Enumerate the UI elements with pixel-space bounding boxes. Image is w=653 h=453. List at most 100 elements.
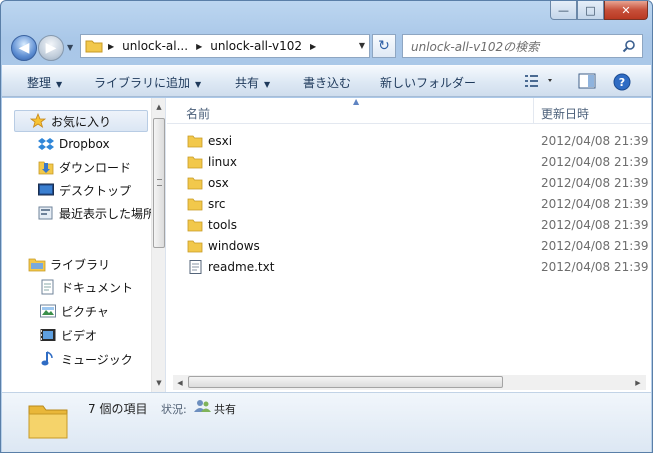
breadcrumb-parent[interactable]: unlock-al...: [119, 35, 191, 57]
maximize-button[interactable]: □: [577, 1, 604, 20]
navigation-scrollbar[interactable]: ▲ ▼: [151, 98, 165, 392]
sidebar-item-videos[interactable]: ビデオ: [39, 324, 97, 346]
file-row[interactable]: linux 2012/04/08 21:39: [167, 152, 651, 173]
search-icon[interactable]: [622, 39, 636, 53]
address-row: ◀ ▶ ▼ ▶ unlock-al... ▶ unlock-all-v102 ▶…: [1, 27, 652, 63]
breadcrumb-separator[interactable]: ▶: [103, 42, 119, 51]
details-pane: 7 個の項目 状況: 共有: [2, 392, 651, 452]
address-bar[interactable]: ▶ unlock-al... ▶ unlock-all-v102 ▶ ▼: [80, 34, 370, 58]
scroll-thumb[interactable]: [153, 118, 165, 248]
file-list: ▲ 名前 更新日時 esxi 2012/04/08 21:39 linux 2012/…: [167, 98, 651, 392]
videos-icon: [39, 327, 57, 343]
file-name: tools: [208, 218, 237, 232]
recent-pages-dropdown[interactable]: ▼: [67, 43, 73, 52]
breadcrumb-separator[interactable]: ▶: [191, 42, 207, 51]
breadcrumb-current[interactable]: unlock-all-v102: [207, 35, 305, 57]
sidebar-item-label: ピクチャ: [61, 304, 109, 319]
folder-icon: [187, 219, 203, 232]
folder-icon: [187, 198, 203, 211]
star-icon: [29, 113, 47, 129]
column-divider[interactable]: [533, 98, 534, 124]
sidebar-item-label: ビデオ: [61, 328, 98, 343]
sidebar-item-libraries[interactable]: ライブラリ: [28, 253, 110, 275]
column-header: ▲ 名前 更新日時: [167, 98, 651, 124]
sidebar-item-documents[interactable]: ドキュメント: [39, 276, 133, 298]
title-bar: — □ ✕: [1, 1, 652, 27]
new-folder-button[interactable]: 新しいフォルダー: [380, 74, 476, 91]
sidebar-item-label: ドキュメント: [61, 280, 134, 295]
scroll-up-button[interactable]: ▲: [152, 100, 165, 114]
sidebar-item-label: デスクトップ: [59, 183, 132, 198]
file-row[interactable]: windows 2012/04/08 21:39: [167, 236, 651, 257]
forward-button[interactable]: ▶: [38, 35, 64, 61]
desktop-icon: [37, 182, 55, 198]
file-row[interactable]: src 2012/04/08 21:39: [167, 194, 651, 215]
share-menu[interactable]: 共有 ▼: [235, 74, 270, 91]
refresh-button[interactable]: ↻: [372, 34, 396, 58]
file-modified-date: 2012/04/08 21:39: [541, 218, 649, 232]
minimize-button[interactable]: —: [550, 1, 577, 20]
item-count: 7 個の項目: [88, 402, 148, 416]
file-name: esxi: [208, 134, 233, 148]
command-bar: 整理 ▼ ライブラリに追加 ▼ 共有 ▼ 書き込む 新しいフォルダー ?: [2, 65, 651, 97]
recent-places-icon: [37, 205, 55, 221]
close-button[interactable]: ✕: [604, 1, 648, 20]
scroll-right-button[interactable]: ▶: [631, 376, 645, 390]
file-row[interactable]: osx 2012/04/08 21:39: [167, 173, 651, 194]
pictures-icon: [39, 303, 57, 319]
sidebar-item-recent-places[interactable]: 最近表示した場所: [37, 202, 155, 224]
help-icon: ?: [613, 73, 631, 91]
search-input[interactable]: unlock-all-v102の検索: [402, 34, 643, 58]
sidebar-item-label: 最近表示した場所: [59, 206, 156, 221]
music-icon: [39, 351, 57, 367]
status-label: 状況:: [161, 403, 187, 416]
file-modified-date: 2012/04/08 21:39: [541, 134, 649, 148]
svg-text:?: ?: [619, 76, 625, 89]
file-row[interactable]: readme.txt 2012/04/08 21:39: [167, 257, 651, 278]
breadcrumb-separator[interactable]: ▶: [305, 42, 321, 51]
folder-icon: [187, 240, 203, 253]
sidebar-item-favorites[interactable]: お気に入り: [14, 110, 148, 132]
library-icon: [28, 256, 46, 272]
sidebar-item-downloads[interactable]: ダウンロード: [37, 156, 131, 178]
burn-button[interactable]: 書き込む: [303, 74, 351, 91]
explorer-window: — □ ✕ ◀ ▶ ▼ ▶ unlock-al... ▶ unlock-all-…: [0, 0, 653, 453]
add-to-library-menu[interactable]: ライブラリに追加 ▼: [94, 74, 201, 91]
sidebar-item-dropbox[interactable]: Dropbox: [37, 133, 110, 155]
navigation-pane: お気に入り Dropbox ダウンロード デスクトップ 最近表示した場所 ライブ…: [2, 98, 166, 392]
view-list-icon: [525, 75, 552, 87]
address-history-dropdown[interactable]: ▼: [359, 41, 365, 50]
horizontal-scrollbar[interactable]: ◀ ▶: [173, 375, 646, 390]
folder-icon: [85, 40, 103, 53]
preview-pane-icon: [578, 73, 596, 89]
refresh-icon: ↻: [378, 38, 390, 54]
forward-arrow-icon: ▶: [45, 40, 57, 56]
column-name-header[interactable]: 名前: [186, 105, 210, 122]
scroll-thumb[interactable]: [188, 376, 503, 388]
sidebar-item-desktop[interactable]: デスクトップ: [37, 179, 131, 201]
sidebar-item-music[interactable]: ミュージック: [39, 348, 133, 370]
main-area: お気に入り Dropbox ダウンロード デスクトップ 最近表示した場所 ライブ…: [2, 98, 651, 392]
file-modified-date: 2012/04/08 21:39: [541, 176, 649, 190]
column-modified-header[interactable]: 更新日時: [541, 105, 589, 122]
back-arrow-icon: ◀: [18, 40, 30, 56]
organize-menu[interactable]: 整理 ▼: [27, 74, 62, 91]
help-button[interactable]: ?: [613, 73, 631, 94]
chevron-down-icon: ▼: [264, 80, 271, 89]
file-row[interactable]: esxi 2012/04/08 21:39: [167, 131, 651, 152]
file-modified-date: 2012/04/08 21:39: [541, 239, 649, 253]
share-state: 共有: [214, 403, 236, 416]
file-modified-date: 2012/04/08 21:39: [541, 197, 649, 211]
sort-ascending-icon: ▲: [353, 98, 360, 106]
folder-icon: [187, 177, 203, 190]
scroll-down-button[interactable]: ▼: [152, 376, 165, 390]
file-modified-date: 2012/04/08 21:39: [541, 260, 649, 274]
file-row[interactable]: tools 2012/04/08 21:39: [167, 215, 651, 236]
back-button[interactable]: ◀: [11, 35, 37, 61]
folder-icon: [187, 135, 203, 148]
change-view-button[interactable]: [524, 73, 554, 92]
preview-pane-button[interactable]: [578, 73, 596, 92]
sidebar-item-pictures[interactable]: ピクチャ: [39, 300, 109, 322]
folder-icon: [187, 156, 203, 169]
scroll-left-button[interactable]: ◀: [173, 376, 187, 390]
